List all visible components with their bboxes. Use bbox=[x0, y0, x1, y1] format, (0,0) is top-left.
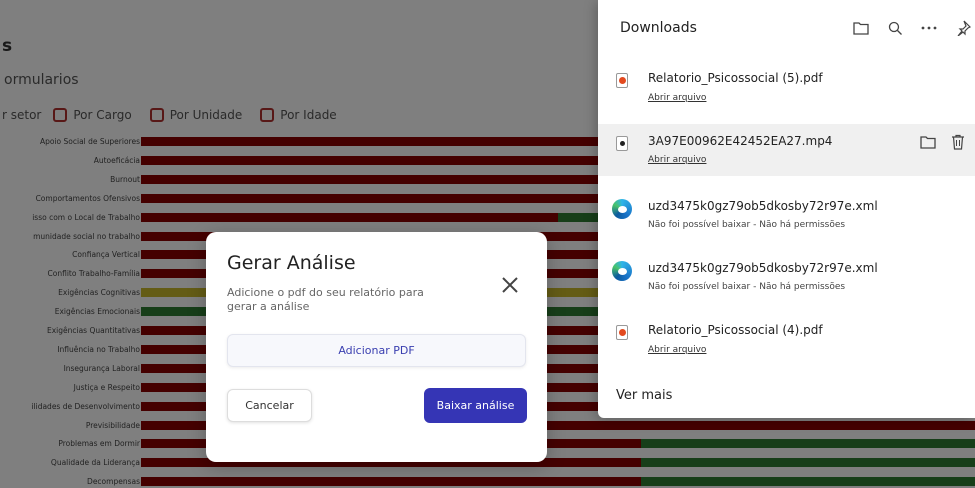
add-pdf-button[interactable]: Adicionar PDF bbox=[227, 334, 526, 367]
generate-analysis-modal: Gerar Análise Adicione o pdf do seu rela… bbox=[206, 232, 547, 462]
open-file-link[interactable]: Abrir arquivo bbox=[648, 93, 706, 103]
open-folder-icon[interactable] bbox=[918, 132, 938, 152]
modal-description: Adicione o pdf do seu relatório para ger… bbox=[227, 286, 424, 313]
video-file-icon bbox=[616, 136, 628, 151]
download-item[interactable]: Relatorio_Psicossocial (5).pdf Abrir arq… bbox=[598, 62, 975, 116]
download-filename: Relatorio_Psicossocial (4).pdf bbox=[648, 323, 823, 337]
see-more-link[interactable]: Ver mais bbox=[616, 388, 672, 403]
downloads-title: Downloads bbox=[620, 20, 697, 36]
open-file-link[interactable]: Abrir arquivo bbox=[648, 345, 706, 355]
download-filename: uzd3475k0gz79ob5dkosby72r97e.xml bbox=[648, 261, 878, 275]
download-status: Não foi possível baixar - Não há permiss… bbox=[648, 282, 846, 292]
download-item[interactable]: uzd3475k0gz79ob5dkosby72r97e.xml Não foi… bbox=[598, 252, 975, 306]
pdf-file-icon bbox=[616, 73, 628, 88]
open-file-link[interactable]: Abrir arquivo bbox=[648, 155, 706, 165]
edge-icon bbox=[612, 199, 632, 219]
more-options-icon[interactable] bbox=[912, 16, 946, 40]
edge-icon bbox=[612, 261, 632, 281]
delete-icon[interactable] bbox=[948, 132, 968, 152]
download-filename: Relatorio_Psicossocial (5).pdf bbox=[648, 71, 823, 85]
pin-icon[interactable] bbox=[946, 16, 975, 40]
folder-icon[interactable] bbox=[844, 16, 878, 40]
download-analysis-button[interactable]: Baixar análise bbox=[424, 388, 527, 423]
download-item[interactable]: uzd3475k0gz79ob5dkosby72r97e.xml Não foi… bbox=[598, 190, 975, 244]
downloads-toolbar bbox=[844, 16, 975, 40]
download-item[interactable]: Relatorio_Psicossocial (4).pdf Abrir arq… bbox=[598, 314, 975, 368]
download-status: Não foi possível baixar - Não há permiss… bbox=[648, 220, 846, 230]
downloads-panel: Downloads Relatorio_Psicossocial (5).pdf… bbox=[598, 0, 975, 418]
item-actions bbox=[918, 132, 968, 152]
close-icon[interactable] bbox=[495, 270, 525, 300]
modal-title: Gerar Análise bbox=[227, 252, 356, 274]
search-icon[interactable] bbox=[878, 16, 912, 40]
download-filename: uzd3475k0gz79ob5dkosby72r97e.xml bbox=[648, 199, 878, 213]
cancel-button[interactable]: Cancelar bbox=[227, 389, 312, 422]
download-item[interactable]: 3A97E00962E42452EA27.mp4 Abrir arquivo bbox=[598, 124, 975, 176]
download-filename: 3A97E00962E42452EA27.mp4 bbox=[648, 134, 833, 148]
pdf-file-icon bbox=[616, 325, 628, 340]
